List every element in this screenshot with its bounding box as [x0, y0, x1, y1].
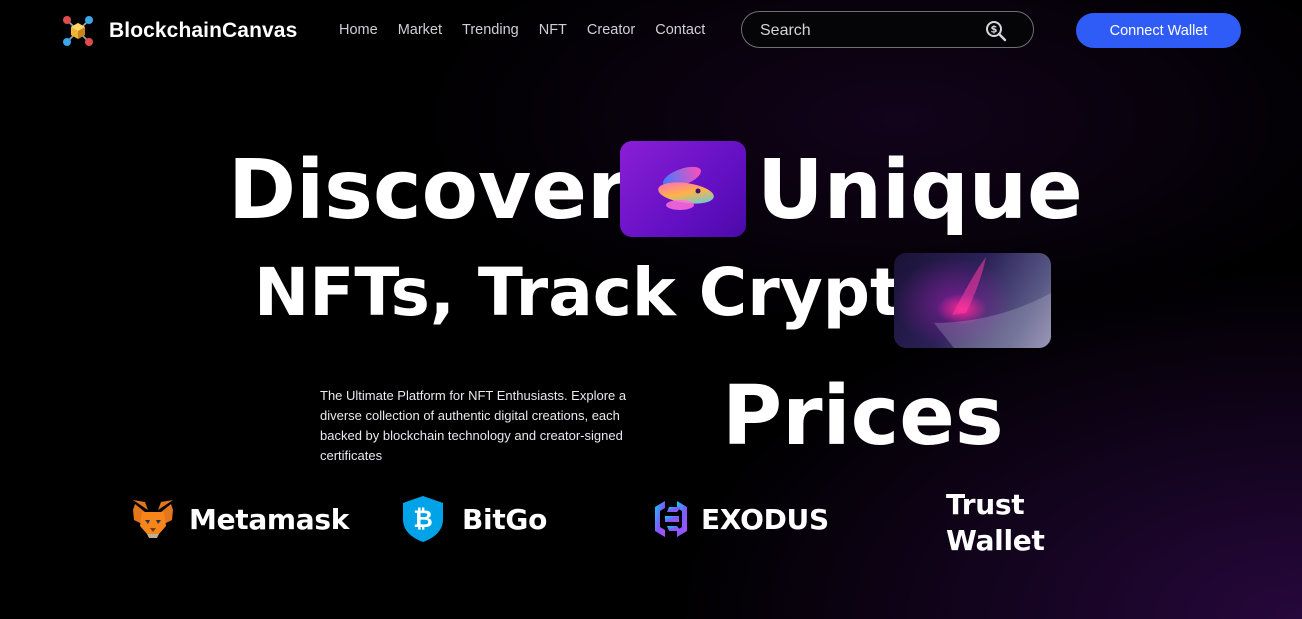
nav-links: Home Market Trending NFT Creator Contact: [339, 22, 725, 38]
abstract-ribbon-icon: [658, 166, 714, 210]
navbar: BlockchainCanvas Home Market Trending NF…: [0, 0, 1302, 62]
svg-text:₿: ₿: [413, 505, 433, 533]
hero-word-prices: Prices: [722, 369, 1004, 464]
nav-link-contact[interactable]: Contact: [655, 22, 705, 38]
wallet-brand-trust-wallet: Trust Wallet: [946, 487, 1066, 559]
nav-link-market[interactable]: Market: [398, 22, 442, 38]
hero-line-nfts-track-crypto: NFTs, Track Crypto: [254, 254, 947, 331]
bitgo-shield-icon: ₿: [403, 496, 443, 542]
search-box: $: [741, 11, 1034, 48]
metamask-fox-icon: [133, 500, 173, 538]
nav-link-nft[interactable]: NFT: [539, 22, 567, 38]
wallet-label-exodus: EXODUS: [701, 502, 829, 536]
wallet-brand-bitgo: ₿ BitGo: [402, 495, 547, 543]
wallet-label-bitgo: BitGo: [462, 502, 548, 536]
hero-tagline: The Ultimate Platform for NFT Enthusiast…: [320, 388, 627, 463]
brand-name: BlockchainCanvas: [109, 19, 298, 42]
brand-logo[interactable]: BlockchainCanvas: [62, 15, 297, 47]
hero-image-abstract-3d: [620, 141, 746, 237]
svg-text:$: $: [991, 25, 998, 36]
nav-link-trending[interactable]: Trending: [462, 22, 519, 38]
search-dollar-icon[interactable]: $: [985, 20, 1007, 42]
exodus-logo-icon: [655, 501, 687, 537]
nav-link-home[interactable]: Home: [339, 22, 378, 38]
hero-word-discover: Discover: [228, 143, 628, 238]
hero-image-abstract-glow: [894, 253, 1051, 348]
connect-wallet-button[interactable]: Connect Wallet: [1076, 13, 1241, 48]
wallet-label-trust-wallet: Trust Wallet: [946, 488, 1045, 557]
search-input[interactable]: [758, 19, 982, 43]
wallet-label-metamask: Metamask: [189, 502, 350, 536]
nav-link-creator[interactable]: Creator: [587, 22, 635, 38]
cube-network-icon: [63, 16, 93, 46]
wallet-brand-exodus: EXODUS: [651, 499, 829, 539]
abstract-glow-icon: [934, 257, 1051, 348]
wallet-brand-metamask: Metamask: [131, 498, 349, 540]
hero-word-unique: Unique: [757, 143, 1083, 238]
